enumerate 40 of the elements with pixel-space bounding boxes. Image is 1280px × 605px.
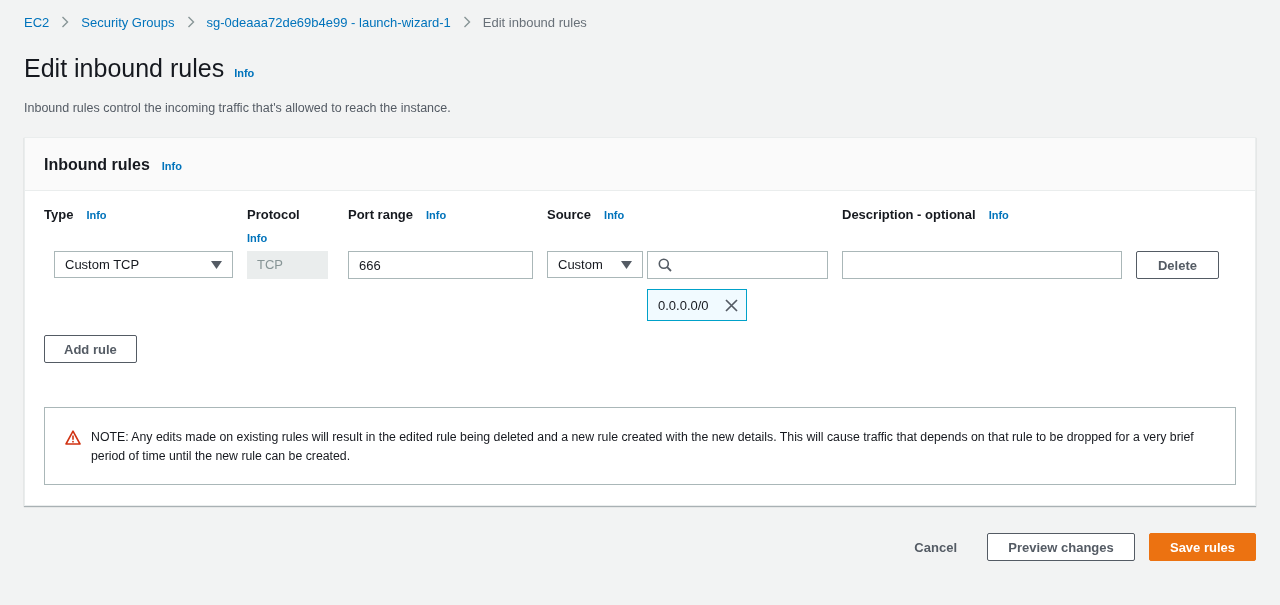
info-link[interactable]: Info [247,231,268,244]
source-dropdown[interactable]: Custom [547,251,643,278]
search-icon [658,258,672,272]
save-rules-button[interactable]: Save rules [1149,533,1256,561]
chevron-right-icon [186,16,195,28]
preview-changes-button[interactable]: Preview changes [987,533,1135,561]
cancel-button[interactable]: Cancel [914,539,957,555]
column-header: Type [44,207,74,222]
description-field[interactable] [842,251,1122,279]
add-rule-button[interactable]: Add rule [44,335,137,363]
protocol-field: TCP [247,251,328,279]
column-header: Port range [348,207,413,222]
info-link[interactable]: Info [161,160,182,172]
breadcrumb-link[interactable]: EC2 [24,14,50,30]
close-icon[interactable] [724,298,738,312]
column-header: Description - optional [842,207,976,222]
chevron-right-icon [61,16,70,28]
warning-icon [65,430,81,445]
token-label: 0.0.0.0/0 [658,297,709,313]
source-search-field[interactable] [647,251,828,279]
breadcrumb-link[interactable]: Security Groups [81,14,175,30]
page-description: Inbound rules control the incoming traffic that's allowed to reach the instance. [24,101,452,115]
type-dropdown[interactable]: Custom TCP [54,251,233,278]
chevron-right-icon [462,16,471,28]
delete-button[interactable]: Delete [1136,251,1219,279]
info-link[interactable]: Info [988,209,1009,221]
breadcrumb-link[interactable]: sg-0deaaa72de69b4e99 - launch-wizard-1 [206,14,451,30]
warning-text: NOTE: Any edits made on existing rules will result in the edited rule being deleted and a new rule created with the new details. This will cause traffic that depends on that rule to be dropped for a very brief period of time until the new rule can be created. [91,429,1195,465]
page-title: Edit inbound rules [24,54,225,83]
info-link[interactable]: Info [604,209,625,221]
column-header: Protocol [247,207,300,222]
breadcrumb-link[interactable]: Edit inbound rules [482,14,587,30]
info-link[interactable]: Info [86,209,107,221]
panel-title: Inbound rules [44,156,150,174]
caret-down-icon [211,260,222,269]
info-link[interactable]: Info [426,209,447,221]
caret-down-icon [621,260,632,269]
info-link[interactable]: Info [234,67,255,79]
port-range-field[interactable]: 666 [348,251,533,279]
column-header: Source [547,207,592,222]
